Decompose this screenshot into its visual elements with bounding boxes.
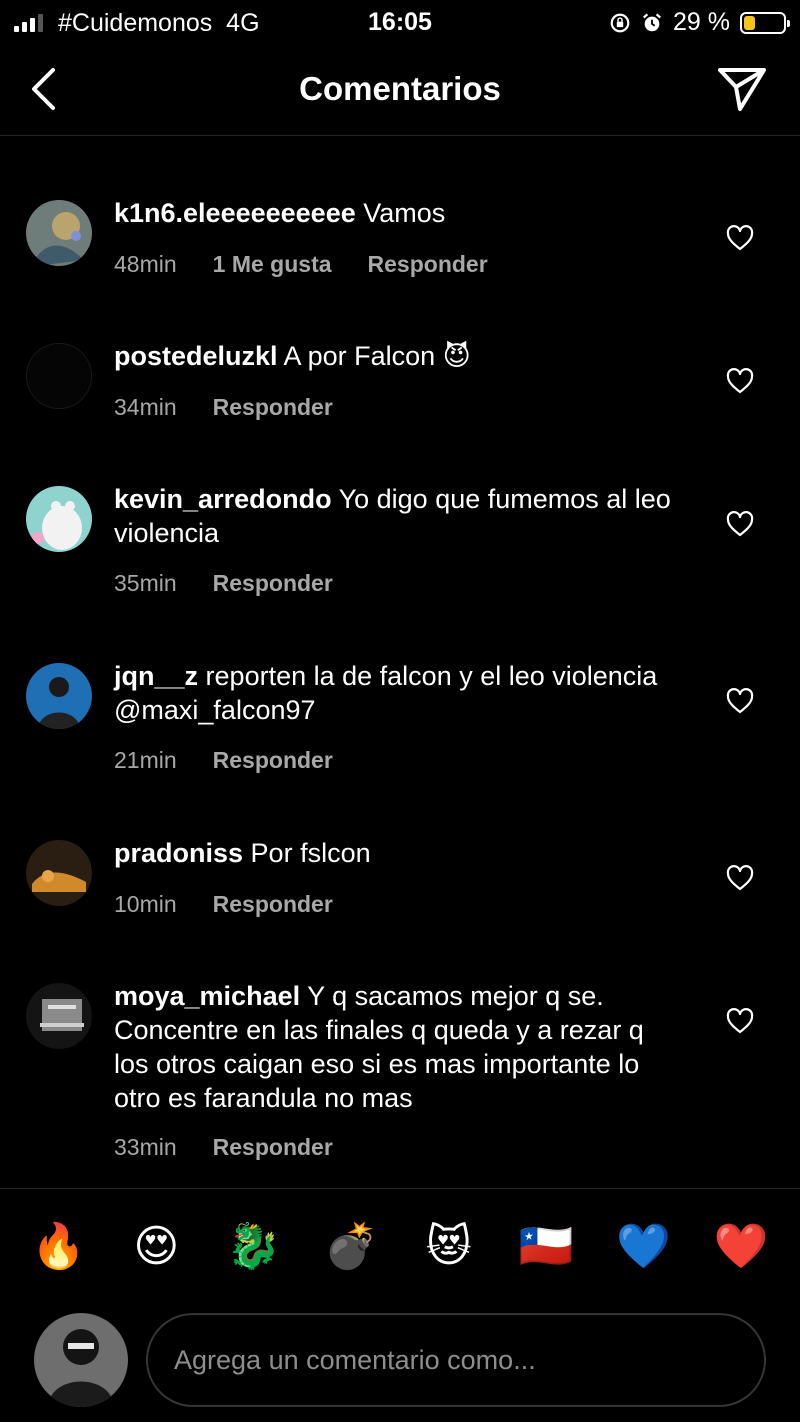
comment-username[interactable]: moya_michael <box>114 981 300 1011</box>
heart-icon <box>726 511 754 537</box>
comment-time: 33min <box>114 1134 177 1160</box>
reply-button[interactable]: Responder <box>213 1134 333 1161</box>
comment-username[interactable]: pradoniss <box>114 838 243 868</box>
comment-username[interactable]: k1n6.eleeeeeeeeee <box>114 198 356 228</box>
avatar[interactable] <box>26 983 92 1049</box>
heart-icon <box>726 368 754 394</box>
comment-time: 35min <box>114 570 177 596</box>
heart-icon <box>726 865 754 891</box>
comment-time: 48min <box>114 251 177 277</box>
like-button[interactable] <box>724 685 756 717</box>
comment-text: k1n6.eleeeeeeeeee Vamos <box>114 196 674 230</box>
heart-icon <box>726 225 754 251</box>
red-heart-emoji-button[interactable]: ❤️ <box>709 1215 773 1279</box>
page-title: Comentarios <box>299 70 501 107</box>
comment-message: A por Falcon <box>283 341 436 371</box>
heart-icon <box>726 1008 754 1034</box>
like-button[interactable] <box>724 1005 756 1037</box>
avatar-image <box>26 486 92 552</box>
blue-heart-emoji-button[interactable]: 💙 <box>612 1215 676 1279</box>
reply-button[interactable]: Responder <box>213 570 333 597</box>
reply-button[interactable]: Responder <box>213 747 333 774</box>
avatar[interactable] <box>26 663 92 729</box>
likes-count[interactable]: 1 Me gusta <box>213 251 332 278</box>
comment-meta: 33min Responder <box>114 1134 333 1161</box>
heart-eyes-cat-emoji-button[interactable]: 😻 <box>417 1215 481 1279</box>
comment-username[interactable]: kevin_arredondo <box>114 484 332 514</box>
status-bar: #Cuidemonos 4G 16:05 29 % <box>0 0 800 46</box>
comment-meta: 35min Responder <box>114 570 333 597</box>
comment-emoji: 😈 <box>442 341 471 371</box>
avatar[interactable] <box>26 486 92 552</box>
share-button[interactable] <box>714 64 770 114</box>
avatar-image <box>26 840 92 906</box>
like-button[interactable] <box>724 862 756 894</box>
header: Comentarios <box>0 46 800 136</box>
like-button[interactable] <box>724 365 756 397</box>
divider <box>0 1188 800 1189</box>
battery-fill <box>744 15 755 30</box>
comment-text: moya_michael Y q sacamos mejor q se. Con… <box>114 979 674 1115</box>
avatar-image <box>27 344 91 408</box>
orientation-lock-icon <box>610 13 630 32</box>
battery-icon <box>740 11 790 34</box>
avatar-image <box>26 200 92 266</box>
like-button[interactable] <box>724 508 756 540</box>
battery-percent: 29 % <box>673 8 730 36</box>
heart-icon <box>726 688 754 714</box>
comment-text: jqn__z reporten la de falcon y el leo vi… <box>114 659 674 727</box>
reply-button[interactable]: Responder <box>213 394 333 421</box>
comment-input[interactable] <box>146 1313 766 1407</box>
comment-time: 34min <box>114 394 177 420</box>
comment-username[interactable]: postedeluzkl <box>114 341 278 371</box>
comment-time: 10min <box>114 891 177 917</box>
reply-button[interactable]: Responder <box>213 891 333 918</box>
chile-flag-emoji-button[interactable]: 🇨🇱 <box>514 1215 578 1279</box>
comment-message: Vamos <box>363 198 446 228</box>
avatar[interactable] <box>26 343 92 409</box>
comment-time: 21min <box>114 747 177 773</box>
comment-meta: 48min 1 Me gusta Responder <box>114 251 488 278</box>
heart-eyes-emoji-button[interactable]: 😍 <box>124 1215 188 1279</box>
alarm-icon <box>643 12 661 31</box>
dragon-emoji-button[interactable]: 🐉 <box>222 1215 286 1279</box>
avatar-image <box>26 663 92 729</box>
comment-text: postedeluzkl A por Falcon 😈 <box>114 339 674 373</box>
status-right: 29 % <box>609 8 790 37</box>
comment-message: Por fslcon <box>250 838 371 868</box>
comment-text: kevin_arredondo Yo digo que fumemos al l… <box>114 482 674 550</box>
comment-username[interactable]: jqn__z <box>114 661 198 691</box>
reply-button[interactable]: Responder <box>368 251 488 278</box>
avatar-image <box>26 983 92 1049</box>
comment-meta: 21min Responder <box>114 747 333 774</box>
avatar[interactable] <box>26 200 92 266</box>
bomb-emoji-button[interactable]: 💣 <box>319 1215 383 1279</box>
fire-emoji-button[interactable]: 🔥 <box>27 1215 91 1279</box>
my-avatar <box>34 1313 128 1407</box>
paper-plane-icon <box>718 68 766 111</box>
comment-meta: 34min Responder <box>114 394 333 421</box>
avatar[interactable] <box>26 840 92 906</box>
emoji-bar: 🔥 😍 🐉 💣 😻 🇨🇱 💙 ❤️ <box>0 1215 800 1279</box>
comment-meta: 10min Responder <box>114 891 333 918</box>
avatar-image <box>34 1313 128 1407</box>
like-button[interactable] <box>724 222 756 254</box>
comment-text: pradoniss Por fslcon <box>114 836 674 870</box>
